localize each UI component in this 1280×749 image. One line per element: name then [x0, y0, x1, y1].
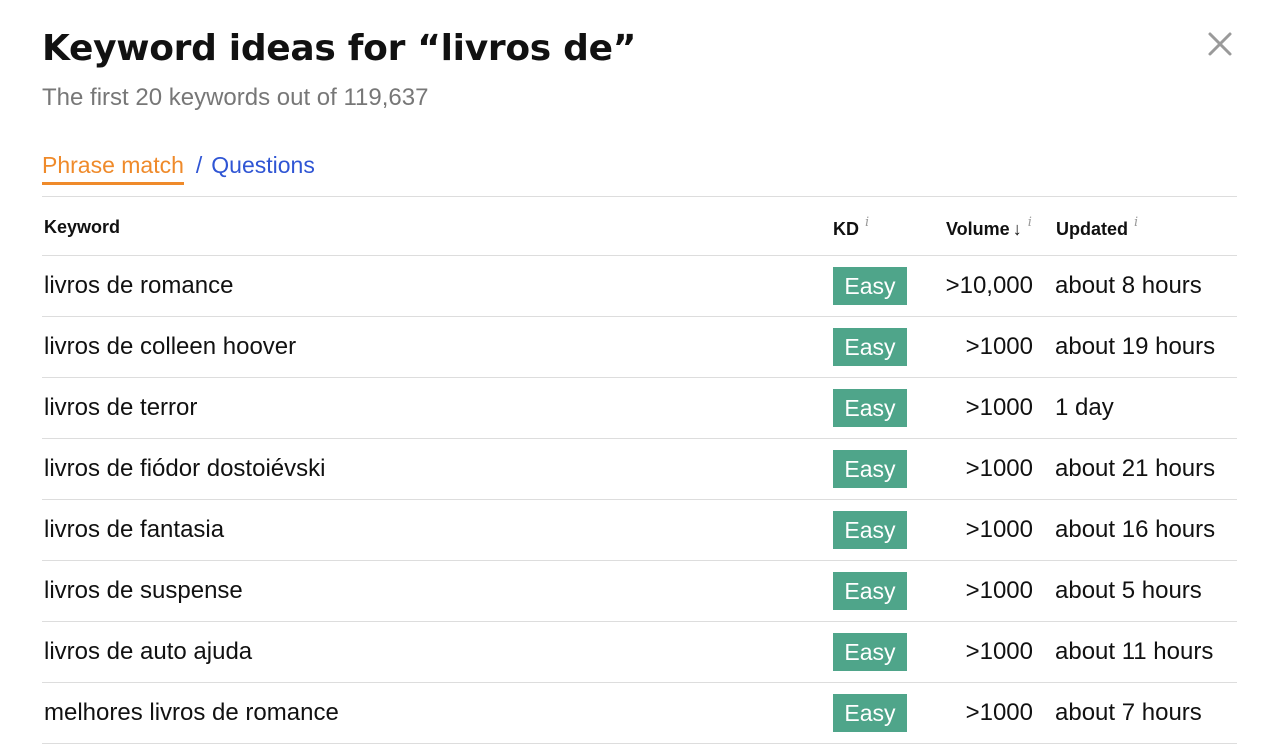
table-row: livros de auto ajuda Easy >1000 about 11…: [42, 622, 1237, 683]
keyword-cell[interactable]: livros de fantasia: [44, 514, 224, 546]
keyword-cell[interactable]: livros de romance: [44, 270, 233, 302]
table-row: livros de fiódor dostoiévski Easy >1000 …: [42, 439, 1237, 500]
keyword-cell[interactable]: livros de auto ajuda: [44, 636, 252, 668]
kd-badge: Easy: [833, 450, 907, 488]
column-header-volume[interactable]: Volume ↓ i: [946, 215, 1032, 240]
volume-cell: >1000: [965, 516, 1033, 543]
updated-info-icon[interactable]: i: [1134, 215, 1138, 230]
tab-questions[interactable]: Questions: [211, 148, 315, 182]
volume-cell: >1000: [965, 394, 1033, 421]
updated-cell: about 16 hours: [1055, 516, 1216, 543]
sort-arrow-down-icon: ↓: [1012, 219, 1022, 239]
volume-info-icon[interactable]: i: [1028, 215, 1032, 230]
keyword-cell[interactable]: livros de colleen hoover: [44, 331, 296, 363]
table-row: livros de romance Easy >10,000 about 8 h…: [42, 256, 1237, 317]
tab-phrase-match[interactable]: Phrase match: [42, 148, 184, 185]
keywords-table: Keyword KD i Volume ↓ i Updated i livros de …: [42, 196, 1237, 744]
table-header: Keyword KD i Volume ↓ i Updated i: [42, 196, 1237, 256]
column-header-kd: KD i: [833, 215, 869, 240]
kd-badge: Easy: [833, 511, 907, 549]
column-header-updated: Updated i: [1056, 215, 1138, 240]
kd-badge: Easy: [833, 572, 907, 610]
close-icon: [1208, 32, 1232, 56]
tab-separator: /: [195, 152, 203, 178]
column-header-volume-label: Volume: [946, 219, 1010, 239]
modal-subtitle: The first 20 keywords out of 119,637: [42, 84, 429, 111]
table-row: livros de terror Easy >1000 1 day: [42, 378, 1237, 439]
volume-cell: >10,000: [945, 272, 1033, 299]
column-header-keyword: Keyword: [44, 217, 121, 237]
kd-badge: Easy: [833, 694, 907, 732]
modal-title: Keyword ideas for “livros de”: [42, 28, 637, 69]
keyword-cell[interactable]: livros de fiódor dostoiévski: [44, 453, 325, 485]
kd-badge: Easy: [833, 633, 907, 671]
table-row: melhores livros de romance Easy >1000 ab…: [42, 683, 1237, 744]
updated-cell: about 5 hours: [1055, 577, 1202, 604]
keyword-cell[interactable]: melhores livros de romance: [44, 697, 339, 729]
close-button[interactable]: [1204, 28, 1236, 60]
kd-info-icon[interactable]: i: [865, 215, 869, 230]
table-row: livros de fantasia Easy >1000 about 16 h…: [42, 500, 1237, 561]
table-row: livros de suspense Easy >1000 about 5 ho…: [42, 561, 1237, 622]
keyword-ideas-modal: Keyword ideas for “livros de” The first …: [0, 0, 1280, 749]
column-header-updated-label: Updated: [1056, 219, 1128, 239]
keyword-cell[interactable]: livros de suspense: [44, 575, 243, 607]
column-header-kd-label: KD: [833, 219, 859, 239]
table-row: livros de colleen hoover Easy >1000 abou…: [42, 317, 1237, 378]
kd-badge: Easy: [833, 267, 907, 305]
volume-cell: >1000: [965, 699, 1033, 726]
volume-cell: >1000: [965, 333, 1033, 360]
kd-badge: Easy: [833, 328, 907, 366]
updated-cell: about 21 hours: [1055, 455, 1216, 482]
updated-cell: about 11 hours: [1055, 638, 1214, 665]
updated-cell: about 19 hours: [1055, 333, 1216, 360]
updated-cell: 1 day: [1055, 394, 1114, 421]
updated-cell: about 8 hours: [1055, 272, 1202, 299]
match-type-tabs: Phrase match / Questions: [42, 148, 315, 188]
keyword-cell[interactable]: livros de terror: [44, 392, 197, 424]
volume-cell: >1000: [965, 577, 1033, 604]
kd-badge: Easy: [833, 389, 907, 427]
volume-cell: >1000: [965, 638, 1033, 665]
updated-cell: about 7 hours: [1055, 699, 1202, 726]
volume-cell: >1000: [965, 455, 1033, 482]
